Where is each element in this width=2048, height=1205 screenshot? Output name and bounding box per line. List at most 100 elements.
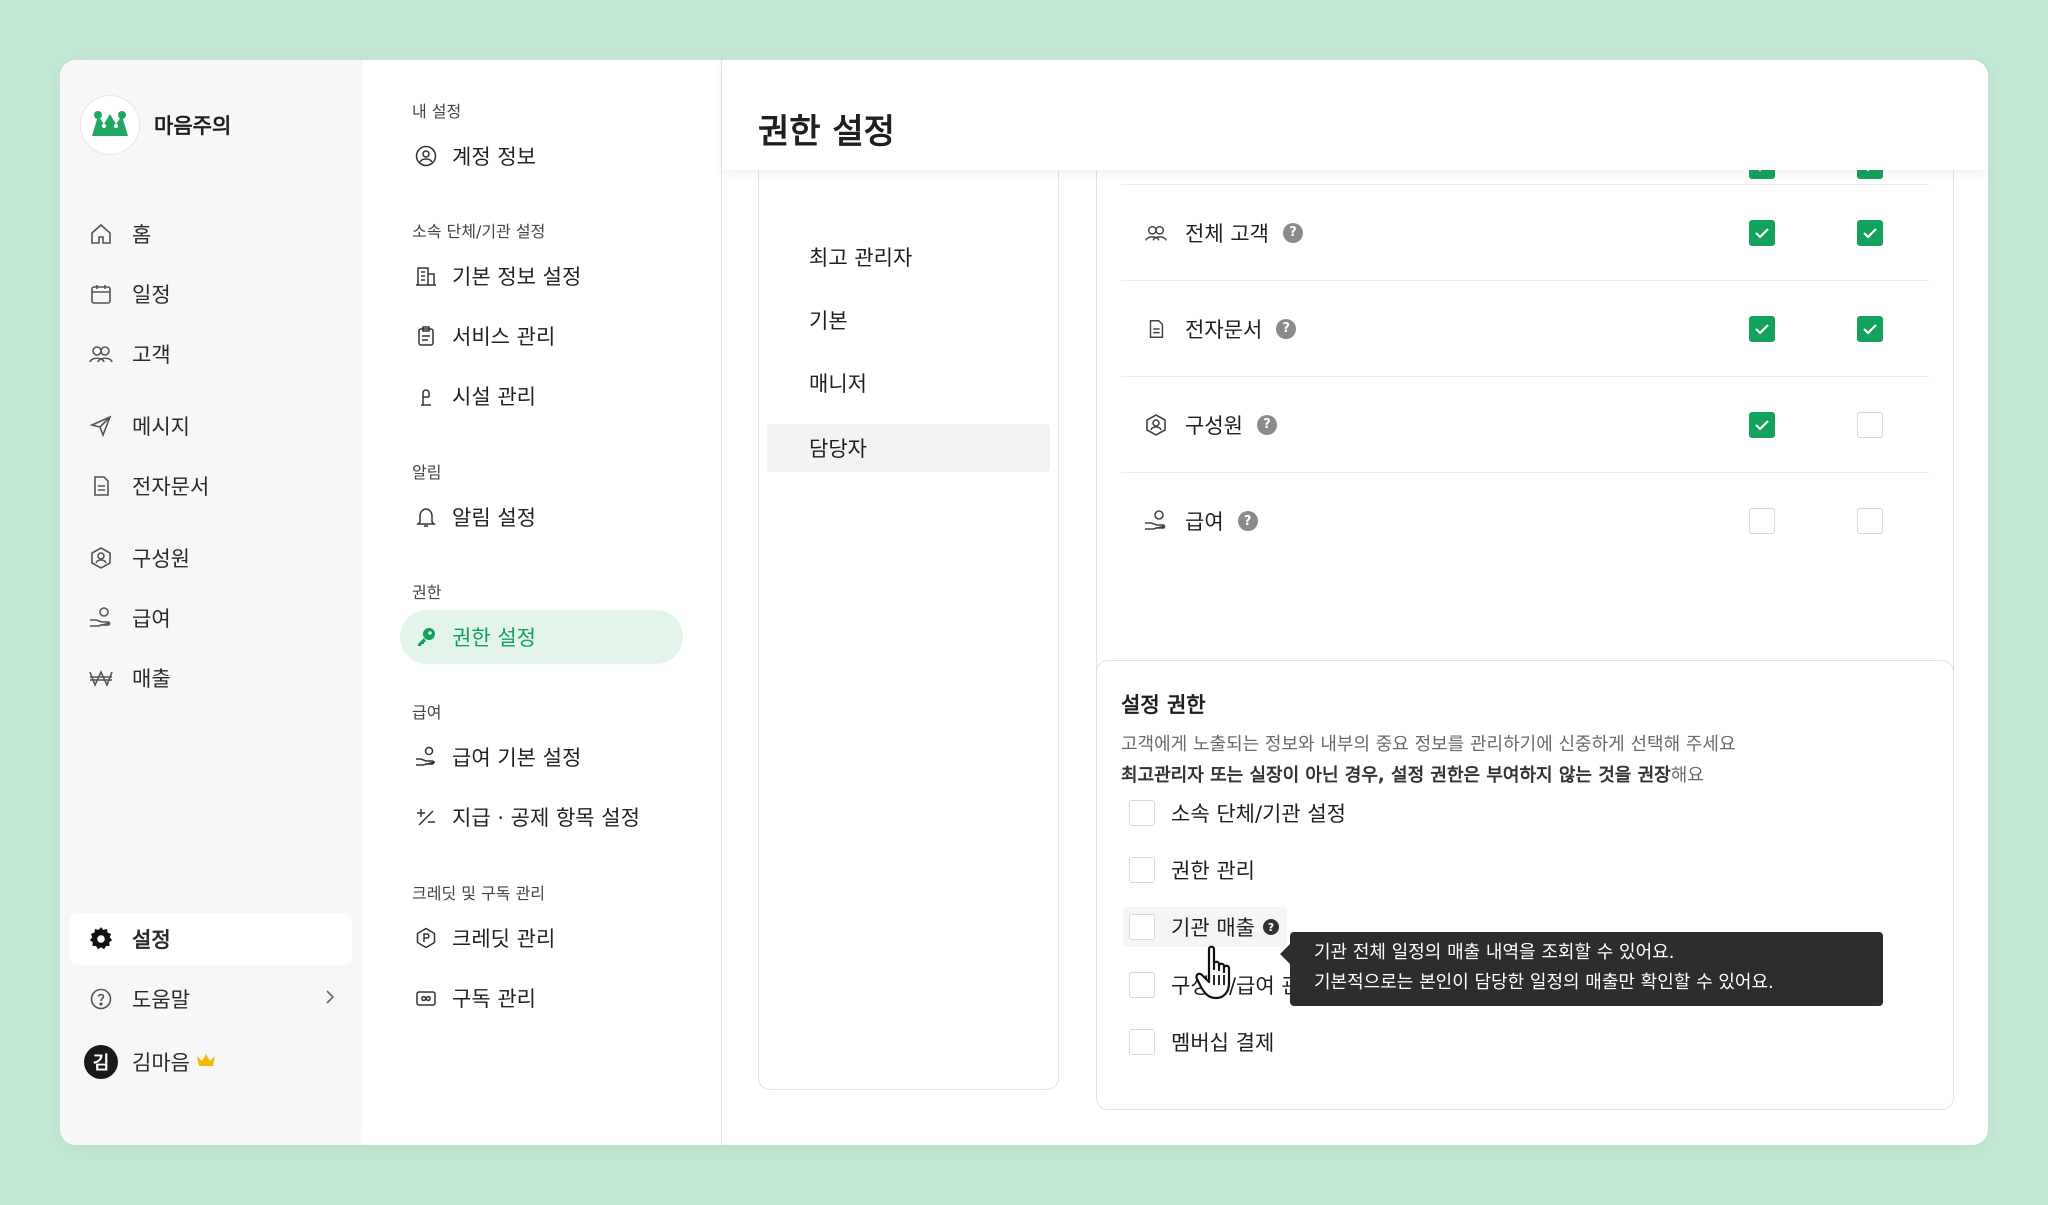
option-org-settings[interactable]: 소속 단체/기관 설정 [1129,793,1346,833]
nav-item-messages[interactable]: 메시지 [70,400,352,452]
option-org-sales[interactable]: 기관 매출 ? [1123,907,1287,947]
checkbox[interactable] [1749,316,1775,342]
table-row: 급여 ? [1121,473,1929,569]
tooltip: 기관 전체 일정의 매출 내역을 조회할 수 있어요. 기본적으로는 본인이 담… [1280,932,1883,1006]
menu-section-title: 크레딧 및 구독 관리 [412,884,546,903]
help-icon[interactable]: ? [1276,318,1297,339]
nav-item-sales[interactable]: 매출 [70,652,352,704]
menu-item-account[interactable]: 계정 정보 [400,129,683,183]
page-title: 권한 설정 [758,112,895,152]
menu-item-label: 서비스 관리 [452,325,556,349]
option-membership-payment[interactable]: 멤버십 결제 [1129,1022,1274,1062]
menu-item-alarm[interactable]: 알림 설정 [400,490,683,544]
nav-item-label: 도움말 [132,988,190,1012]
help-icon[interactable]: ? [1262,919,1279,935]
description-bold: 최고관리자 또는 실장이 아닌 경우, 설정 권한은 부여하지 않는 것을 권장 [1121,765,1671,786]
menu-item-label: 구독 관리 [452,987,536,1011]
role-item[interactable]: 기본 [767,296,1050,344]
users-icon [88,341,114,367]
row-label: 전자문서 [1185,317,1263,342]
nav-item-label: 메시지 [132,415,190,439]
checkbox[interactable] [1857,220,1883,246]
menu-item-basic-info[interactable]: 기본 정보 설정 [400,249,683,303]
nav-item-help[interactable]: 도움말 [70,973,352,1025]
checkbox[interactable] [1129,857,1155,883]
menu-item-pay-items[interactable]: 지급 · 공제 항목 설정 [400,790,683,844]
menu-item-service[interactable]: 서비스 관리 [400,309,683,363]
brand-logo-icon [80,95,140,155]
home-icon [88,221,114,247]
checkbox[interactable] [1749,412,1775,438]
checkbox[interactable] [1129,972,1155,998]
brand-name: 마음주의 [154,114,232,138]
checkbox[interactable] [1749,508,1775,534]
option-label: 소속 단체/기관 설정 [1171,802,1346,826]
menu-item-facility[interactable]: 시설 관리 [400,369,683,423]
user-profile[interactable]: 김 김마음 [70,1036,352,1088]
role-item[interactable]: 매니저 [767,359,1050,407]
option-label: 기관 매출 [1171,916,1255,940]
send-icon [88,413,114,439]
tooltip-line: 기관 전체 일정의 매출 내역을 조회할 수 있어요. [1314,942,1675,963]
credit-icon [414,926,438,950]
role-item[interactable]: 최고 관리자 [767,233,1050,281]
gear-icon [88,926,114,952]
table-row: 전체 고객 ? [1121,185,1929,281]
checkbox[interactable] [1129,914,1155,940]
description-line: 최고관리자 또는 실장이 아닌 경우, 설정 권한은 부여하지 않는 것을 권장… [1121,760,1736,791]
menu-item-pay-basic[interactable]: 급여 기본 설정 [400,730,683,784]
permission-table: 전체 고객 ? 전자문서 ? 구성원 ? 급여 ? [1096,120,1954,684]
row-label: 급여 [1185,510,1224,534]
option-permission-manage[interactable]: 권한 관리 [1129,850,1255,890]
member-icon [1141,410,1171,440]
hand-cursor-icon [1195,945,1239,1005]
menu-item-permission[interactable]: 권한 설정 [400,610,683,664]
menu-section-title: 권한 [412,583,442,602]
help-icon[interactable]: ? [1256,414,1277,435]
nav-item-label: 홈 [132,223,152,247]
help-icon[interactable]: ? [1282,222,1303,243]
menu-item-subscription[interactable]: 구독 관리 [400,971,683,1025]
checkbox[interactable] [1857,316,1883,342]
payroll-icon [1141,506,1171,536]
settings-menu: 내 설정 계정 정보 소속 단체/기관 설정 기본 정보 설정 서비스 관리 시… [362,60,722,1145]
main-sidebar: 마음주의 홈 일정 고객 메시지 전자문서 구성원 급여 매출 설정 도움말 김… [60,60,362,1145]
document-icon [88,473,114,499]
avatar: 김 [84,1045,118,1079]
brand[interactable]: 마음주의 [80,95,231,155]
menu-item-label: 권한 설정 [452,626,536,650]
description-tail: 해요 [1670,765,1704,786]
description-line: 고객에게 노출되는 정보와 내부의 중요 정보를 관리하기에 신중하게 선택해 … [1121,734,1736,755]
key-icon [414,625,438,649]
nav-item-customers[interactable]: 고객 [70,328,352,380]
menu-item-credit[interactable]: 크레딧 관리 [400,911,683,965]
help-icon[interactable]: ? [1237,511,1258,531]
settings-permission-panel: 설정 권한 고객에게 노출되는 정보와 내부의 중요 정보를 관리하기에 신중하… [1096,660,1954,1110]
row-label: 구성원 [1185,413,1243,438]
menu-section-title: 소속 단체/기관 설정 [412,222,546,241]
bell-icon [414,505,438,529]
nav-item-members[interactable]: 구성원 [70,532,352,584]
nav-item-home[interactable]: 홈 [70,208,352,260]
nav-item-label: 일정 [132,283,171,307]
menu-section-title: 알림 [412,463,442,482]
nav-item-settings[interactable]: 설정 [70,913,352,965]
nav-item-label: 고객 [132,343,171,367]
calendar-icon [88,281,114,307]
facility-icon [414,384,438,408]
role-item-active[interactable]: 담당자 [767,424,1050,472]
nav-item-payroll[interactable]: 급여 [70,592,352,644]
plus-minus-icon [414,805,438,829]
menu-item-label: 시설 관리 [452,385,536,409]
row-label: 전체 고객 [1185,221,1269,246]
table-row: 구성원 ? [1121,377,1929,473]
checkbox[interactable] [1129,1029,1155,1055]
checkbox[interactable] [1749,220,1775,246]
nav-item-documents[interactable]: 전자문서 [70,460,352,512]
checkbox[interactable] [1857,508,1883,534]
checkbox[interactable] [1129,800,1155,826]
payroll-icon [414,745,438,769]
tooltip-line: 기본적으로는 본인이 담당한 일정의 매출만 확인할 수 있어요. [1314,972,1774,993]
nav-item-schedule[interactable]: 일정 [70,268,352,320]
checkbox[interactable] [1857,412,1883,438]
